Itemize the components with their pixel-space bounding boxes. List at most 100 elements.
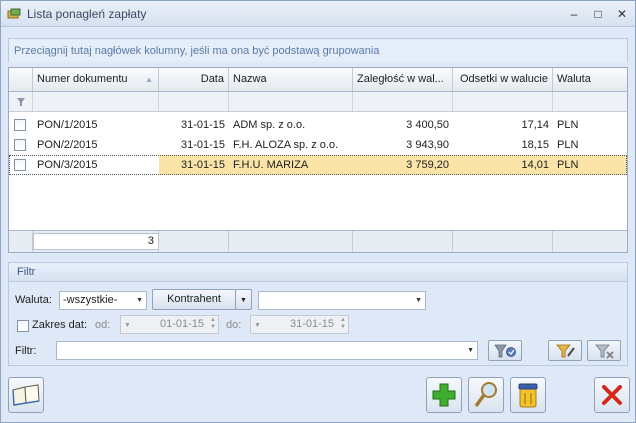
trash-icon xyxy=(518,383,538,408)
filter-row-cell[interactable] xyxy=(229,92,353,111)
column-header-label: Data xyxy=(200,73,224,85)
chevron-down-icon: ▼ xyxy=(467,347,474,354)
cell-odsetki: 17,14 xyxy=(521,119,549,131)
filter-edit-button[interactable] xyxy=(548,340,582,361)
od-label: od: xyxy=(95,319,111,331)
title-bar: Lista ponagleń zapłaty – □ ✕ xyxy=(1,1,635,27)
waluta-select[interactable]: -wszystkie- ▼ xyxy=(59,291,147,310)
filter-remove-button[interactable] xyxy=(587,340,621,361)
od-date-value: 01-01-15 xyxy=(159,318,204,330)
spin-arrows-icon[interactable]: ▲ ▼ xyxy=(340,317,346,331)
cancel-button[interactable] xyxy=(594,377,630,413)
chevron-down-icon: ▼ xyxy=(124,322,131,329)
group-by-panel[interactable]: Przeciągnij tutaj nagłówek kolumny, jeśl… xyxy=(8,38,628,62)
cell-nazwa: F.H. ALOZA sp. z o.o. xyxy=(233,139,339,151)
cell-odsetki: 18,15 xyxy=(521,139,549,151)
edit-button[interactable] xyxy=(468,377,504,413)
do-label: do: xyxy=(226,319,242,331)
waluta-label: Waluta: xyxy=(15,294,52,306)
table-row[interactable]: PON/2/2015 31-01-15 F.H. ALOZA sp. z o.o… xyxy=(9,135,627,155)
grid-header: Numer dokumentu ▲ Data Nazwa Zaległość w… xyxy=(9,68,627,92)
column-header-label: Numer dokumentu xyxy=(37,73,128,85)
filtr-input[interactable]: ▼ xyxy=(56,341,478,360)
app-icon xyxy=(7,8,21,19)
filter-row-cell[interactable] xyxy=(33,92,159,111)
kontrahent-select[interactable]: ▼ xyxy=(258,291,426,310)
grid-summary-row: 3 xyxy=(9,230,627,252)
cell-numer: PON/3/2015 xyxy=(37,159,98,171)
magnifier-icon xyxy=(474,382,497,408)
zakres-dat-checkbox[interactable] xyxy=(17,320,29,332)
cell-numer: PON/2/2015 xyxy=(37,139,98,151)
chevron-down-icon: ▼ xyxy=(415,297,422,304)
delete-button[interactable] xyxy=(510,377,546,413)
kontrahent-button-label: Kontrahent xyxy=(167,293,221,305)
cell-numer: PON/1/2015 xyxy=(37,119,98,131)
filter-panel: Filtr Waluta: -wszystkie- ▼ Kontrahent ▼… xyxy=(8,262,628,366)
window: Lista ponagleń zapłaty – □ ✕ Przeciągnij… xyxy=(0,0,636,423)
filter-row-cell[interactable] xyxy=(553,92,627,111)
book-icon xyxy=(12,384,40,406)
cell-waluta: PLN xyxy=(553,155,627,175)
grid-filter-row xyxy=(9,92,627,112)
cell-data: 31-01-15 xyxy=(180,139,225,151)
cell-waluta: PLN xyxy=(557,119,579,131)
table-row[interactable]: PON/1/2015 31-01-15 ADM sp. z o.o. 3 400… xyxy=(9,115,627,135)
filter-row-cell[interactable] xyxy=(353,92,453,111)
column-header-nazwa[interactable]: Nazwa xyxy=(229,68,353,91)
minimize-button[interactable]: – xyxy=(563,5,585,23)
cell-odsetki: 14,01 xyxy=(453,155,553,175)
filter-pin-icon xyxy=(17,98,25,106)
column-header-numer[interactable]: Numer dokumentu ▲ xyxy=(33,68,159,91)
header-checkbox-col xyxy=(9,68,33,91)
filtr-label: Filtr: xyxy=(15,345,37,357)
spin-arrows-icon[interactable]: ▲ ▼ xyxy=(210,317,216,331)
do-date-field[interactable]: ▼ 31-01-15 ▲ ▼ xyxy=(250,315,349,334)
book-button[interactable] xyxy=(8,377,44,413)
maximize-button[interactable]: □ xyxy=(587,5,609,23)
kontrahent-dropdown-button[interactable]: ▼ xyxy=(235,289,252,310)
filter-row-cell[interactable] xyxy=(9,92,33,111)
column-header-label: Waluta xyxy=(557,73,591,85)
column-header-odsetki[interactable]: Odsetki w walucie xyxy=(453,68,553,91)
summary-cell xyxy=(553,231,627,252)
column-header-data[interactable]: Data xyxy=(159,68,229,91)
cell-waluta: PLN xyxy=(557,139,579,151)
funnel-icon xyxy=(494,344,516,357)
cell-zaleglosc: 3 400,50 xyxy=(406,119,449,131)
plus-icon xyxy=(432,383,456,407)
cell-nazwa: F.H.U. MARIZA xyxy=(229,155,353,175)
filter-row-cell[interactable] xyxy=(453,92,553,111)
od-date-field[interactable]: ▼ 01-01-15 ▲ ▼ xyxy=(120,315,219,334)
cell-data: 31-01-15 xyxy=(180,119,225,131)
chevron-down-icon: ▼ xyxy=(240,297,247,304)
filter-apply-button[interactable] xyxy=(488,340,522,361)
column-header-label: Odsetki w walucie xyxy=(459,73,548,85)
window-title: Lista ponagleń zapłaty xyxy=(27,7,147,21)
row-checkbox[interactable] xyxy=(14,159,26,171)
zakres-dat-label: Zakres dat: xyxy=(32,319,88,331)
kontrahent-button[interactable]: Kontrahent xyxy=(152,289,236,310)
cell-zaleglosc: 3 943,90 xyxy=(406,139,449,151)
table-row-selected[interactable]: PON/3/2015 31-01-15 F.H.U. MARIZA 3 759,… xyxy=(9,155,627,175)
filter-row-cell[interactable] xyxy=(159,92,229,111)
column-header-waluta[interactable]: Waluta xyxy=(553,68,627,91)
add-button[interactable] xyxy=(426,377,462,413)
row-count: 3 xyxy=(33,233,159,250)
summary-cell xyxy=(159,231,229,252)
row-checkbox[interactable] xyxy=(14,139,26,151)
sort-asc-icon: ▲ xyxy=(145,75,153,84)
group-hint: Przeciągnij tutaj nagłówek kolumny, jeśl… xyxy=(14,45,380,57)
do-date-value: 31-01-15 xyxy=(289,318,334,330)
funnel-edit-icon xyxy=(556,344,575,357)
documents-grid: Numer dokumentu ▲ Data Nazwa Zaległość w… xyxy=(8,67,628,253)
row-checkbox[interactable] xyxy=(14,119,26,131)
waluta-select-value: -wszystkie- xyxy=(63,294,118,306)
close-x-icon xyxy=(602,385,622,405)
funnel-remove-icon xyxy=(595,344,614,359)
column-header-zaleglosc[interactable]: Zaległość w wal... xyxy=(353,68,453,91)
close-window-button[interactable]: ✕ xyxy=(611,5,633,23)
cell-data: 31-01-15 xyxy=(159,155,229,175)
summary-cell xyxy=(453,231,553,252)
summary-cell xyxy=(229,231,353,252)
